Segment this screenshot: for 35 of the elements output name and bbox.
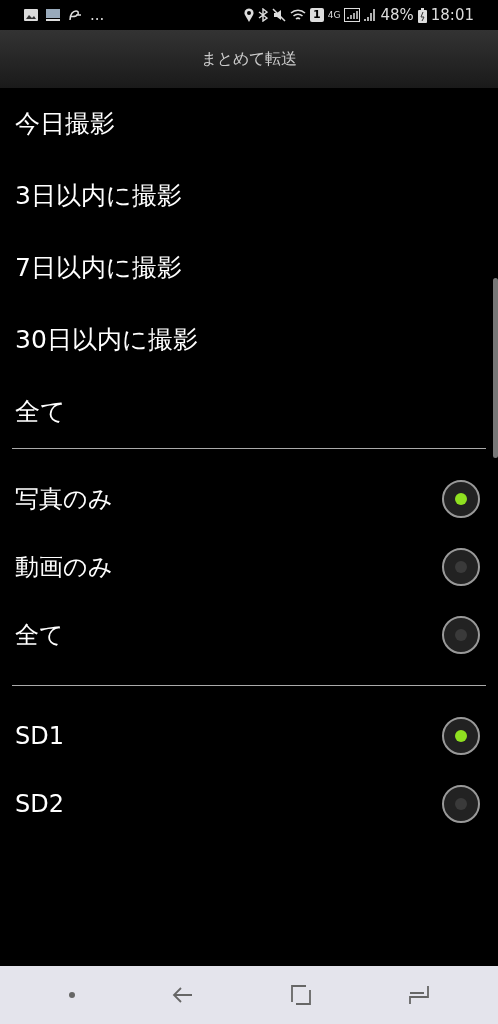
period-option[interactable]: 今日撮影 bbox=[15, 105, 115, 143]
photo-icon bbox=[46, 9, 60, 21]
signal-icon bbox=[364, 8, 377, 22]
screen-title: まとめて転送 bbox=[201, 48, 297, 70]
radio-button[interactable] bbox=[442, 548, 480, 586]
period-option[interactable]: 全て bbox=[15, 393, 66, 431]
location-icon bbox=[244, 8, 255, 22]
image-icon bbox=[24, 9, 38, 21]
network-type: 4G bbox=[327, 10, 341, 20]
home-icon[interactable] bbox=[290, 984, 312, 1006]
more-notifications: ... bbox=[90, 4, 105, 26]
period-option[interactable]: 30日以内に撮影 bbox=[15, 321, 198, 359]
option-label: SD2 bbox=[15, 789, 64, 820]
option-label: 全て bbox=[15, 620, 64, 651]
sim-badge: 1 bbox=[310, 8, 324, 22]
mute-icon bbox=[272, 8, 287, 22]
radio-button[interactable] bbox=[442, 480, 480, 518]
clock: 18:01 bbox=[430, 4, 474, 26]
back-icon[interactable] bbox=[172, 986, 194, 1004]
radio-button[interactable] bbox=[442, 785, 480, 823]
option-label: 動画のみ bbox=[15, 552, 113, 583]
battery-percent: 48% bbox=[380, 4, 414, 26]
radio-button[interactable] bbox=[442, 616, 480, 654]
radio-button[interactable] bbox=[442, 717, 480, 755]
bluetooth-icon bbox=[258, 8, 269, 22]
wifi-icon bbox=[290, 8, 307, 22]
option-label: SD1 bbox=[15, 721, 64, 752]
link-icon bbox=[68, 8, 82, 22]
recents-icon[interactable] bbox=[408, 984, 430, 1006]
dot-icon[interactable] bbox=[68, 991, 76, 999]
period-option[interactable]: 7日以内に撮影 bbox=[15, 249, 182, 287]
option-label: 写真のみ bbox=[15, 484, 113, 515]
signal-icon bbox=[344, 8, 361, 22]
period-option[interactable]: 3日以内に撮影 bbox=[15, 177, 182, 215]
battery-icon bbox=[417, 7, 427, 23]
